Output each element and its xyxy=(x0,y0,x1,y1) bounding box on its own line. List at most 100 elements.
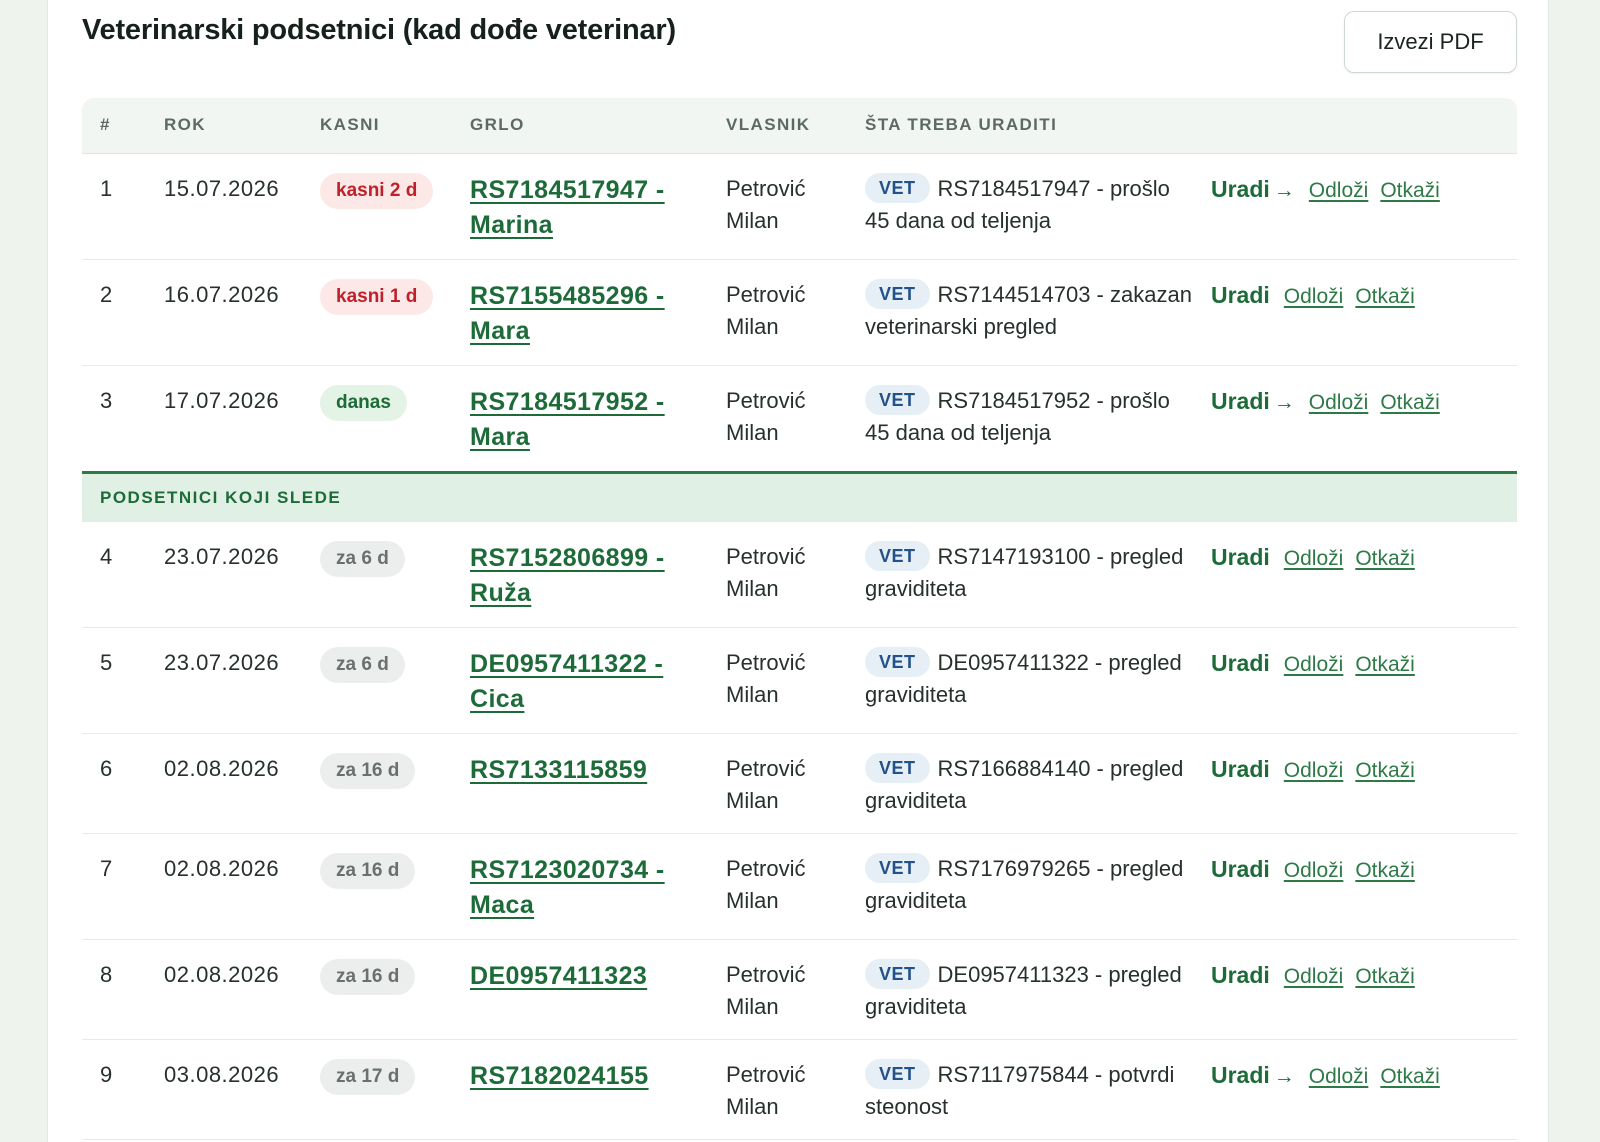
row-owner: Petrović Milan xyxy=(708,365,847,473)
table-row: 8 02.08.2026 za 16 d DE0957411323 Petrov… xyxy=(82,939,1517,1040)
do-button[interactable]: Uradi → xyxy=(1211,1062,1295,1088)
col-header-number: # xyxy=(82,98,146,154)
row-task-cell: VET RS7144514703 - zakazan veterinarski p… xyxy=(847,259,1193,366)
do-button[interactable]: Uradi xyxy=(1211,856,1270,882)
row-actions: Uradi Odloži Otkaži xyxy=(1193,521,1517,628)
table-row: 9 03.08.2026 za 17 d RS7182024155 Petrov… xyxy=(82,1039,1517,1140)
status-badge: danas xyxy=(320,384,407,421)
table-row: 7 02.08.2026 za 16 d RS7123020734 - Maca… xyxy=(82,833,1517,940)
cancel-link[interactable]: Otkaži xyxy=(1355,285,1415,308)
table-row: 5 23.07.2026 za 6 d DE0957411322 - Cica … xyxy=(82,627,1517,734)
vet-badge: VET xyxy=(865,384,930,415)
animal-link[interactable]: RS7152806899 - Ruža xyxy=(470,544,665,607)
export-pdf-button[interactable]: Izvezi PDF xyxy=(1344,11,1517,73)
status-badge: za 6 d xyxy=(320,540,405,577)
do-button[interactable]: Uradi xyxy=(1211,282,1270,308)
row-task-cell: VET RS7117975844 - potvrdi steonost xyxy=(847,1039,1193,1140)
postpone-link[interactable]: Odloži xyxy=(1284,759,1344,782)
row-actions: Uradi Odloži Otkaži xyxy=(1193,259,1517,366)
postpone-link[interactable]: Odloži xyxy=(1284,285,1344,308)
row-animal-cell: RS7123020734 - Maca xyxy=(452,833,708,940)
row-actions: Uradi → Odloži Otkaži xyxy=(1193,1039,1517,1140)
cancel-link[interactable]: Otkaži xyxy=(1380,1065,1440,1088)
cancel-link[interactable]: Otkaži xyxy=(1355,653,1415,676)
cancel-link[interactable]: Otkaži xyxy=(1355,547,1415,570)
status-badge: za 16 d xyxy=(320,958,416,995)
row-task-cell: VET DE0957411323 - pregled graviditeta xyxy=(847,939,1193,1040)
cancel-link[interactable]: Otkaži xyxy=(1355,965,1415,988)
do-button[interactable]: Uradi xyxy=(1211,756,1270,782)
do-label: Uradi xyxy=(1211,755,1270,782)
row-deadline: 15.07.2026 xyxy=(146,153,302,260)
table-header-row: # ROK KASNI GRLO VLASNIK ŠTA TREBA URADI… xyxy=(82,98,1517,154)
animal-link[interactable]: DE0957411322 - Cica xyxy=(470,650,663,713)
table-row: 6 02.08.2026 za 16 d RS7133115859 Petrov… xyxy=(82,733,1517,834)
cancel-link[interactable]: Otkaži xyxy=(1380,391,1440,414)
row-actions: Uradi → Odloži Otkaži xyxy=(1193,365,1517,473)
do-button[interactable]: Uradi xyxy=(1211,962,1270,988)
do-label: Uradi xyxy=(1211,855,1270,882)
col-header-animal: GRLO xyxy=(452,98,708,154)
row-task-cell: VET DE0957411322 - pregled graviditeta xyxy=(847,627,1193,734)
postpone-link[interactable]: Odloži xyxy=(1284,859,1344,882)
page-title: Veterinarski podsetnici (kad dođe veteri… xyxy=(82,14,676,46)
col-header-actions xyxy=(1193,98,1517,154)
row-animal-cell: RS7182024155 xyxy=(452,1039,708,1140)
do-button[interactable]: Uradi xyxy=(1211,650,1270,676)
do-button[interactable]: Uradi → xyxy=(1211,388,1295,414)
row-number: 3 xyxy=(82,365,146,473)
cancel-link[interactable]: Otkaži xyxy=(1380,179,1440,202)
arrow-right-icon: → xyxy=(1273,178,1295,202)
row-number: 2 xyxy=(82,259,146,366)
postpone-link[interactable]: Odloži xyxy=(1284,965,1344,988)
do-label: Uradi xyxy=(1211,175,1270,202)
animal-link[interactable]: RS7123020734 - Maca xyxy=(470,856,665,919)
postpone-link[interactable]: Odloži xyxy=(1309,391,1369,414)
vet-badge: VET xyxy=(865,852,930,883)
do-label: Uradi xyxy=(1211,961,1270,988)
row-number: 1 xyxy=(82,153,146,260)
postpone-link[interactable]: Odloži xyxy=(1309,179,1369,202)
postpone-link[interactable]: Odloži xyxy=(1309,1065,1369,1088)
row-owner: Petrović Milan xyxy=(708,939,847,1040)
row-actions: Uradi Odloži Otkaži xyxy=(1193,833,1517,940)
animal-link[interactable]: RS7133115859 xyxy=(470,756,647,784)
animal-link[interactable]: RS7155485296 - Mara xyxy=(470,282,665,345)
row-actions: Uradi → Odloži Otkaži xyxy=(1193,153,1517,260)
do-button[interactable]: Uradi xyxy=(1211,544,1270,570)
row-deadline: 03.08.2026 xyxy=(146,1039,302,1140)
animal-link[interactable]: RS7184517947 - Marina xyxy=(470,176,665,239)
animal-link[interactable]: RS7184517952 - Mara xyxy=(470,388,665,451)
vet-badge: VET xyxy=(865,278,930,309)
vet-badge: VET xyxy=(865,172,930,203)
postpone-link[interactable]: Odloži xyxy=(1284,653,1344,676)
row-deadline: 17.07.2026 xyxy=(146,365,302,473)
row-task-cell: VET RS7176979265 - pregled graviditeta xyxy=(847,833,1193,940)
do-button[interactable]: Uradi → xyxy=(1211,176,1295,202)
row-task-cell: VET RS7166884140 - pregled graviditeta xyxy=(847,733,1193,834)
row-number: 6 xyxy=(82,733,146,834)
row-status-cell: za 6 d xyxy=(302,521,452,628)
col-header-deadline: ROK xyxy=(146,98,302,154)
status-badge: za 16 d xyxy=(320,852,416,889)
section-label: PODSETNICI KOJI SLEDE xyxy=(82,470,1517,522)
status-badge: za 6 d xyxy=(320,646,405,683)
row-deadline: 16.07.2026 xyxy=(146,259,302,366)
table-row: 1 15.07.2026 kasni 2 d RS7184517947 - Ma… xyxy=(82,153,1517,260)
row-deadline: 23.07.2026 xyxy=(146,627,302,734)
col-header-late: KASNI xyxy=(302,98,452,154)
arrow-right-icon: → xyxy=(1273,1064,1295,1088)
cancel-link[interactable]: Otkaži xyxy=(1355,759,1415,782)
status-badge: kasni 2 d xyxy=(320,172,434,209)
reminders-card: Veterinarski podsetnici (kad dođe veteri… xyxy=(47,0,1549,1142)
cancel-link[interactable]: Otkaži xyxy=(1355,859,1415,882)
status-badge: za 17 d xyxy=(320,1058,416,1095)
postpone-link[interactable]: Odloži xyxy=(1284,547,1344,570)
animal-link[interactable]: DE0957411323 xyxy=(470,962,647,990)
animal-link[interactable]: RS7182024155 xyxy=(470,1062,649,1090)
do-label: Uradi xyxy=(1211,1061,1270,1088)
row-status-cell: kasni 1 d xyxy=(302,259,452,366)
do-label: Uradi xyxy=(1211,649,1270,676)
row-number: 7 xyxy=(82,833,146,940)
row-task-cell: VET RS7147193100 - pregled graviditeta xyxy=(847,521,1193,628)
